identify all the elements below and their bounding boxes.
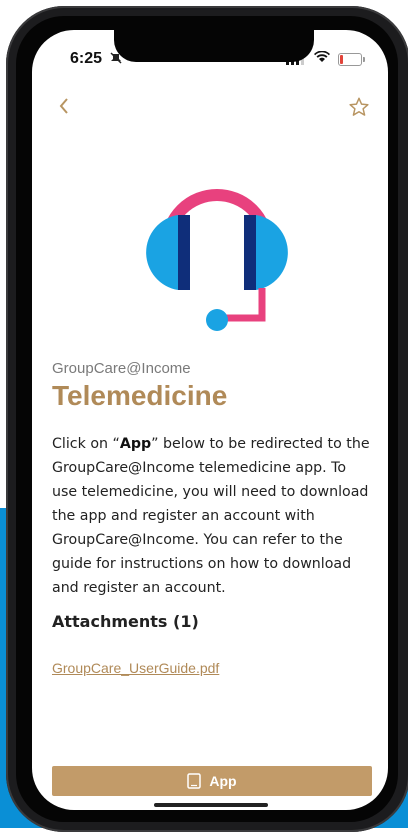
description-bold: App [119, 436, 152, 452]
attachments-heading: Attachments (1) [52, 612, 199, 631]
app-button[interactable]: App [52, 766, 372, 796]
battery-icon [338, 53, 365, 66]
attachment-link[interactable]: GroupCare_UserGuide.pdf [52, 660, 219, 676]
description-part2: ” below to be redirected to the GroupCar… [52, 436, 370, 596]
headset-icon [142, 180, 292, 345]
description-text: Click on “App” below to be redirected to… [52, 432, 374, 600]
phone-screen: 6:25 GroupCare@Income Telemedicine Click… [32, 30, 388, 810]
favorite-button[interactable] [348, 96, 370, 125]
notch [114, 30, 314, 62]
provider-name: GroupCare@Income [52, 360, 191, 377]
tablet-icon [187, 773, 202, 789]
page-title: Telemedicine [52, 380, 228, 411]
status-time: 6:25 [70, 50, 103, 67]
battery-level [340, 55, 343, 64]
home-indicator [154, 803, 268, 807]
star-outline-icon [349, 97, 369, 116]
description-part1: Click on “ [52, 436, 120, 452]
app-button-label: App [209, 773, 237, 789]
back-button[interactable] [58, 96, 70, 122]
wifi-icon [314, 50, 330, 66]
chevron-left-icon [59, 98, 68, 114]
